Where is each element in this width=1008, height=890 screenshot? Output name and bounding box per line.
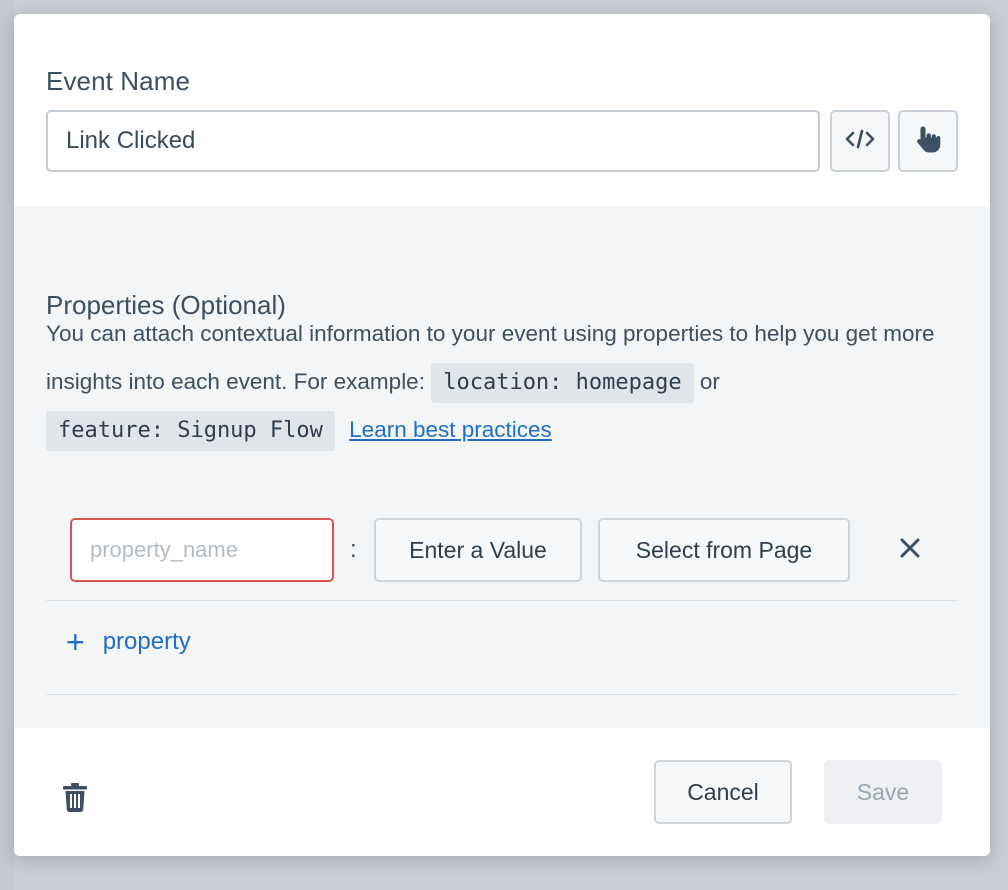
event-name-section: Event Name	[14, 14, 990, 206]
enter-value-button[interactable]: Enter a Value	[374, 518, 582, 582]
property-row: : Enter a Value Select from Page	[46, 506, 958, 601]
delete-event-button[interactable]	[62, 782, 96, 822]
save-button[interactable]: Save	[824, 760, 942, 824]
select-from-page-button[interactable]: Select from Page	[598, 518, 850, 582]
hand-pointer-icon	[915, 124, 941, 159]
learn-best-practices-link[interactable]: Learn best practices	[349, 417, 552, 442]
backdrop	[0, 0, 14, 890]
event-name-label: Event Name	[46, 66, 191, 96]
add-property-section: + property	[46, 600, 958, 695]
add-property-button[interactable]: + property	[66, 626, 191, 658]
event-name-input[interactable]	[46, 110, 820, 172]
colon-separator: :	[350, 536, 357, 563]
example-chip-feature: feature: Signup Flow	[46, 411, 335, 451]
example-chip-location: location: homepage	[431, 363, 694, 403]
remove-property-button[interactable]	[892, 530, 928, 570]
trash-icon	[62, 783, 88, 816]
close-icon	[900, 538, 920, 563]
properties-section: Properties (Optional) You can attach con…	[14, 206, 990, 728]
code-icon	[845, 128, 875, 155]
or-text: or	[699, 369, 720, 394]
event-modal: Event Name Properties (Optional) You can…	[14, 14, 990, 856]
cancel-button[interactable]: Cancel	[654, 760, 792, 824]
code-view-button[interactable]	[830, 110, 890, 172]
property-name-input[interactable]	[70, 518, 334, 582]
select-element-button[interactable]	[898, 110, 958, 172]
modal-footer: Cancel Save	[14, 728, 990, 856]
plus-icon: +	[66, 624, 85, 660]
properties-description: You can attach contextual information to…	[46, 310, 961, 454]
add-property-label: property	[102, 628, 191, 655]
